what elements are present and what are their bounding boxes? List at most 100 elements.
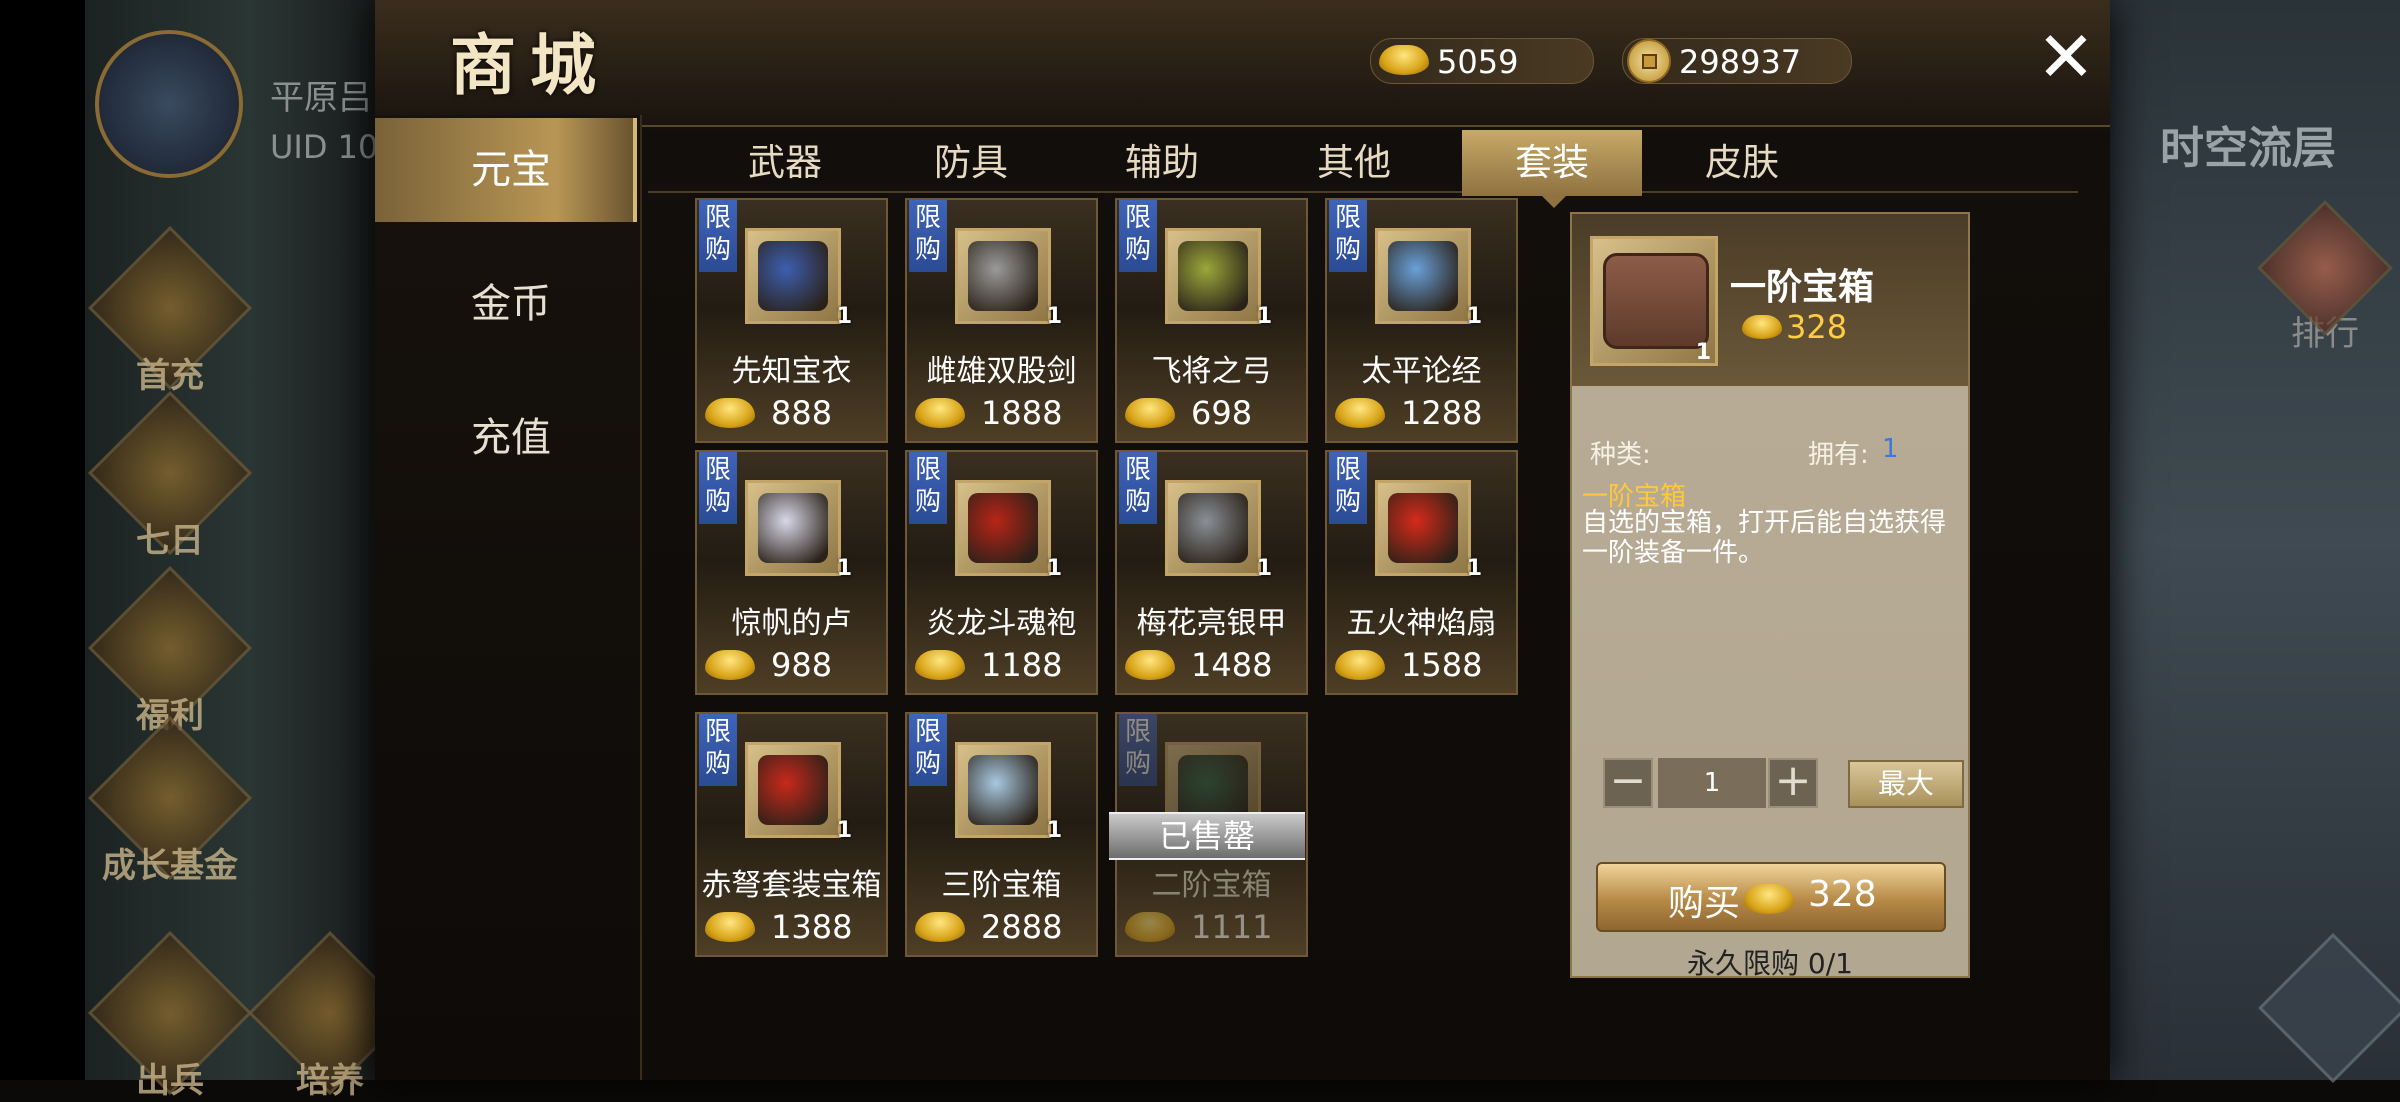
limit-tag: 限购: [1119, 200, 1157, 272]
item-price-value: 2888: [981, 908, 1063, 946]
sold-out-banner: 已售罄: [1109, 812, 1305, 860]
buy-label: 购买: [1668, 883, 1741, 924]
shop-item[interactable]: 限购 1 赤弩套装宝箱 1388: [695, 712, 888, 957]
gold-ingot-icon: [1125, 650, 1175, 680]
tab-3[interactable]: 辅助: [1072, 130, 1252, 196]
nav-item-1[interactable]: 元宝: [375, 118, 637, 222]
item-price: 1588: [1327, 644, 1516, 684]
item-price: 2888: [907, 906, 1096, 946]
gold-ingot-icon: [915, 650, 965, 680]
shop-item[interactable]: 限购 1 先知宝衣 888: [695, 198, 888, 443]
limit-tag: 限购: [699, 452, 737, 524]
item-icon: 1: [955, 742, 1062, 843]
nav-item-3[interactable]: 充值: [375, 386, 637, 490]
item-qty: 1: [1256, 556, 1272, 581]
side-menu-label: 出兵: [136, 1061, 204, 1101]
item-icon: 1: [745, 480, 852, 581]
item-price-value: 1388: [771, 908, 853, 946]
side-menu-3[interactable]: 福利: [87, 565, 253, 737]
item-icon: 1: [1165, 228, 1272, 329]
item-price: 1888: [907, 392, 1096, 432]
item-name: 二阶宝箱: [1151, 868, 1272, 903]
item-price: 1388: [697, 906, 886, 946]
shop-item[interactable]: 限购 1 飞将之弓 698: [1115, 198, 1308, 443]
item-icon: 1: [1375, 480, 1482, 581]
item-name: 雌雄双股剑: [926, 354, 1077, 389]
limit-tag: 限购: [1329, 452, 1367, 524]
shop-item[interactable]: 限购 1 梅花亮银甲 1488: [1115, 450, 1308, 695]
item-icon: 1: [745, 228, 852, 329]
shop-item[interactable]: 限购 1 惊帆的卢 988: [695, 450, 888, 695]
item-qty: 1: [836, 556, 852, 581]
item-qty: 1: [836, 818, 852, 843]
side-menu-1[interactable]: 首充: [87, 225, 253, 397]
shop-item[interactable]: 限购 1 雌雄双股剑 1888: [905, 198, 1098, 443]
item-price: 988: [697, 644, 886, 684]
item-price-value: 888: [771, 394, 833, 432]
shop-item[interactable]: 限购 1 五火神焰扇 1588: [1325, 450, 1518, 695]
item-price-value: 988: [771, 646, 833, 684]
buy-price: 328: [1808, 874, 1877, 915]
item-name: 炎龙斗魂袍: [926, 606, 1077, 641]
minus-icon: −: [1609, 755, 1647, 806]
item-price-value: 698: [1191, 394, 1253, 432]
shop-item[interactable]: 限购 1 太平论经 1288: [1325, 198, 1518, 443]
owned-label: 拥有:: [1808, 440, 1869, 470]
item-price: 888: [697, 392, 886, 432]
item-price-value: 1188: [981, 646, 1063, 684]
item-icon: 1: [745, 742, 852, 843]
detail-item-qty: 1: [1695, 340, 1711, 365]
tab-6[interactable]: 皮肤: [1652, 130, 1832, 196]
currency-coin: 298937: [1622, 38, 1852, 84]
item-description: 自选的宝箱，打开后能自选获得一阶装备一件。: [1582, 508, 1947, 568]
shop-title: 商城: [450, 26, 610, 104]
item-name: 五火神焰扇: [1346, 606, 1497, 641]
shop-item[interactable]: 限购 1 三阶宝箱 2888: [905, 712, 1098, 957]
limit-tag: 限购: [699, 714, 737, 786]
coin-amount: 298937: [1679, 43, 1802, 81]
tab-5[interactable]: 套装: [1462, 130, 1642, 208]
limit-tag: 限购: [1119, 452, 1157, 524]
limit-tag: 限购: [699, 200, 737, 272]
nav-item-2[interactable]: 金币: [375, 252, 637, 356]
limit-tag: 限购: [909, 200, 947, 272]
max-quantity-button[interactable]: 最大: [1848, 760, 1964, 808]
gold-ingot-icon: [1335, 650, 1385, 680]
gold-ingot-icon: [915, 912, 965, 942]
gold-ingot-icon: [1742, 315, 1782, 339]
ranking-button[interactable]: 排行: [2257, 200, 2393, 355]
player-avatar[interactable]: [95, 30, 243, 178]
item-name: 先知宝衣: [731, 354, 852, 389]
item-type-label: 种类:: [1590, 440, 1651, 470]
buy-button[interactable]: 购买 328: [1596, 862, 1946, 932]
chest-icon: 1: [1590, 236, 1718, 366]
gold-ingot-icon: [705, 912, 755, 942]
item-name: 惊帆的卢: [731, 606, 852, 641]
decrease-quantity-button[interactable]: −: [1603, 758, 1653, 808]
close-icon: ✕: [2036, 16, 2096, 98]
ingot-amount: 5059: [1437, 43, 1519, 81]
shop-item[interactable]: 限购二阶宝箱 1111 已售罄: [1109, 712, 1308, 957]
gold-ingot-icon: [1744, 884, 1794, 914]
item-name: 梅花亮银甲: [1136, 606, 1287, 641]
map-title: 时空流层: [2160, 123, 2336, 174]
side-menu-2[interactable]: 七日: [87, 390, 253, 562]
tab-1[interactable]: 武器: [695, 130, 875, 196]
limit-tag: 限购: [909, 714, 947, 786]
item-price: 1188: [907, 644, 1096, 684]
item-name: 三阶宝箱: [941, 868, 1062, 903]
tab-4[interactable]: 其他: [1264, 130, 1444, 196]
item-price-value: 1488: [1191, 646, 1273, 684]
player-name: 平原吕: [270, 78, 372, 118]
currency-ingot: 5059: [1370, 38, 1594, 84]
gold-ingot-icon: [1379, 45, 1429, 75]
item-price: 1111: [1117, 906, 1306, 946]
tab-2[interactable]: 防具: [881, 130, 1061, 196]
shop-item[interactable]: 限购 1 炎龙斗魂袍 1188: [905, 450, 1098, 695]
close-button[interactable]: ✕: [2035, 22, 2097, 92]
limit-tag: 限购: [1119, 714, 1157, 786]
side-menu-4[interactable]: 成长基金: [87, 715, 253, 887]
quantity-input[interactable]: 1: [1658, 758, 1766, 808]
increase-quantity-button[interactable]: +: [1768, 758, 1818, 808]
coin-icon: [1627, 39, 1671, 83]
